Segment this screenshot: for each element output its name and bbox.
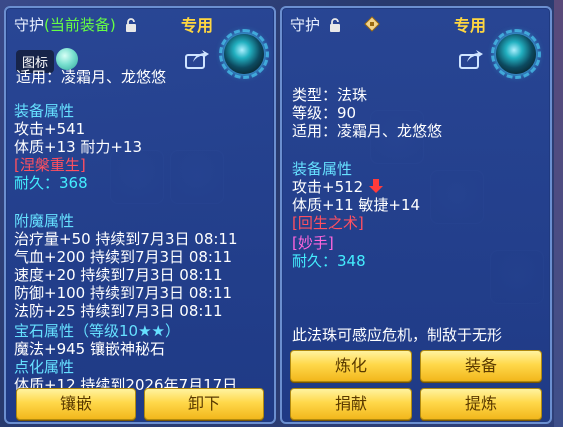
enchant-line: 法防+25 持续到7月3日 08:11 [14,302,223,320]
lock-icon[interactable] [329,18,341,32]
applies-line: 适用：凌霜月、龙悠悠 [16,68,167,86]
attack-line: 攻击+541 [14,120,86,138]
section-equip-attr: 装备属性 [292,160,353,178]
applies-line: 适用：凌霜月、龙悠悠 [292,122,443,140]
orb-icon [491,29,541,79]
constitution-line: 体质+11 敏捷+14 [292,196,421,214]
exclusive-label: 专用 [181,16,214,35]
title-prefix: 守护 [14,16,45,34]
exclusive-label: 专用 [454,16,487,35]
section-equip-attr: 装备属性 [14,102,75,120]
section-enchant-attr: 附魔属性 [14,212,75,230]
item-description: 此法珠可感应危机，制敌于无形 [292,326,503,344]
title-text: 守护 [290,16,321,34]
down-arrow-icon [368,179,383,193]
skill-revive: [回生之术] [292,214,364,232]
inlay-button[interactable]: 镶嵌 [16,388,136,420]
skill-nirvana: [涅槃重生] [14,156,86,174]
seal-icon [364,16,380,32]
lock-icon[interactable] [125,18,137,32]
extract-button[interactable]: 提炼 [420,388,542,420]
orb-icon [219,29,269,79]
constitution-line: 体质+13 耐力+13 [14,138,143,156]
refine-button[interactable]: 炼化 [290,350,412,382]
enchant-line: 速度+20 持续到7月3日 08:11 [14,266,223,284]
donate-button[interactable]: 捐献 [290,388,412,420]
toggle-knob-icon[interactable] [56,48,78,70]
durability-line: 耐久：348 [292,252,366,270]
skill-deft-hand: [妙手] [292,234,334,252]
type-line: 类型：法珠 [292,86,368,104]
durability-line: 耐久：368 [14,174,88,192]
background-edge [554,0,563,427]
enchant-line: 气血+200 持续到7月3日 08:11 [14,248,233,266]
panel-title: 守护(当前装备) [14,14,137,35]
share-icon[interactable] [458,48,484,70]
panel-title: 守护 [290,14,341,35]
enchant-line: 治疗量+50 持续到7月3日 08:11 [14,230,238,248]
attack-line: 攻击+512 [292,178,383,196]
compare-equipment-panel: 守护 专用 类型：法珠 等级：90 适用：凌霜月、龙悠悠 装备属性 攻击+512… [280,6,552,424]
attribute-scroll-area[interactable]: 装备属性 攻击+541 体质+13 耐力+13 [涅槃重生] 耐久：368 附魔… [6,100,274,390]
share-icon[interactable] [184,48,210,70]
level-line: 等级：90 [292,104,357,122]
current-equipped-tag: (当前装备) [44,16,116,34]
section-dot-attr: 点化属性 [14,358,75,376]
current-equipment-panel: 守护(当前装备) 专用 图标 适用：凌霜月、龙悠悠 装备属性 攻击+541 体质… [4,6,276,424]
enchant-line: 防御+100 持续到7月3日 08:11 [14,284,233,302]
attack-value: 攻击+512 [292,178,364,196]
gem-line: 魔法+945 镶嵌神秘石 [14,340,165,358]
section-gem-attr: 宝石属性（等级10★★） [14,322,180,340]
unequip-button[interactable]: 卸下 [144,388,264,420]
equip-button[interactable]: 装备 [420,350,542,382]
